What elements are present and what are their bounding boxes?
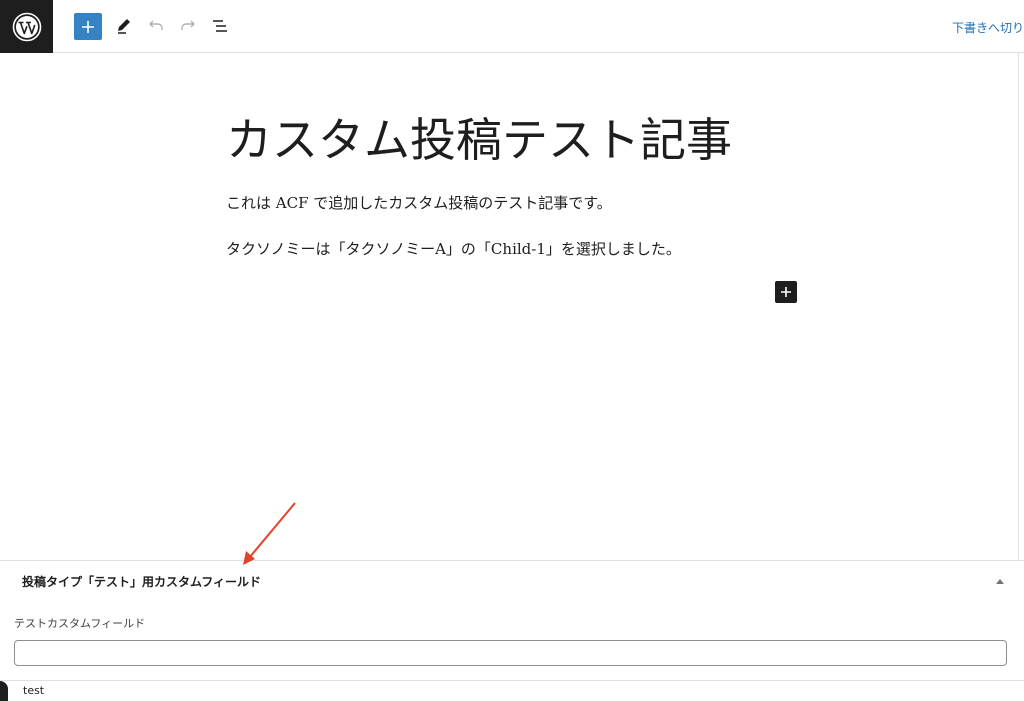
metabox-title[interactable]: 投稿タイプ「テスト」用カスタムフィールド [22,573,261,590]
metabox-toggle-button[interactable] [994,575,1006,587]
paragraph-block[interactable]: これは ACF で追加したカスタム投稿のテスト記事です。 [226,192,612,213]
undo-button[interactable] [142,12,170,40]
custom-fields-metabox: 投稿タイプ「テスト」用カスタムフィールド テストカスタムフィールド [0,560,1024,680]
tools-button[interactable] [110,12,138,40]
plus-icon [781,287,791,297]
breadcrumb[interactable]: test [23,684,44,697]
add-block-button[interactable] [74,13,102,40]
redo-icon [181,20,195,30]
list-view-icon [213,20,227,32]
editor-toolbar: 下書きへ切り [0,0,1024,53]
scrollbar-edge [1018,53,1019,560]
paragraph-block[interactable]: タクソノミーは「タクソノミーA」の「Child-1」を選択しました。 [226,238,681,259]
footer-corner [0,681,8,701]
list-view-button[interactable] [206,12,234,40]
wordpress-logo-icon[interactable] [0,0,53,53]
undo-icon [149,20,163,30]
custom-field-input[interactable] [14,640,1007,666]
redo-button[interactable] [174,12,202,40]
block-inserter-button[interactable] [775,281,797,303]
editor-page: 下書きへ切り カスタム投稿テスト記事 これは ACF で追加したカスタム投稿のテ… [0,0,1024,701]
pencil-icon [118,19,130,34]
field-label: テストカスタムフィールド [14,617,146,630]
triangle-up-icon [996,579,1004,584]
save-draft-button[interactable]: 下書きへ切り [952,19,1024,36]
editor-footer: test [0,680,1024,701]
post-title[interactable]: カスタム投稿テスト記事 [226,104,732,170]
plus-icon [82,20,94,33]
